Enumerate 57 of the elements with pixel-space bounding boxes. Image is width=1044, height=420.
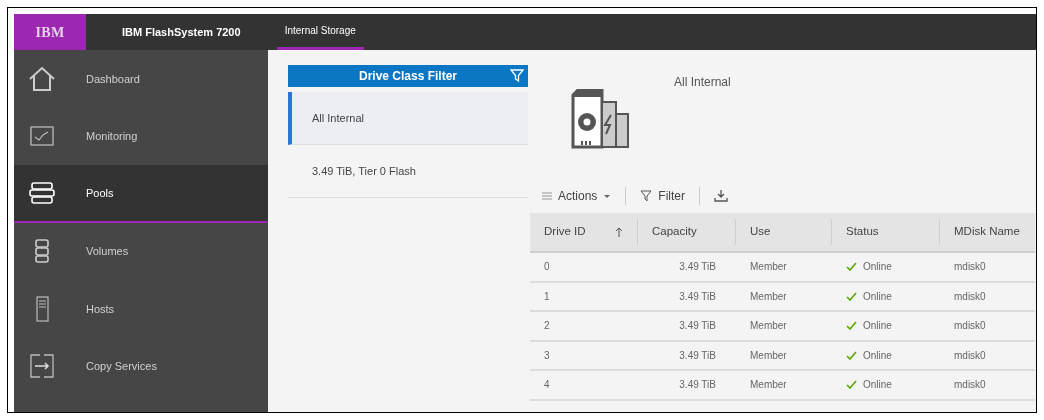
table-cell-text: 3.49 TiB — [678, 319, 717, 334]
table-cell-text: 1 — [543, 289, 551, 304]
table-cell-text: mdisk0 — [953, 348, 987, 363]
table-cell-text: mdisk0 — [953, 260, 987, 275]
table-cell-text: Member — [749, 289, 788, 304]
product-name: IBM FlashSystem 7200 — [121, 24, 242, 40]
column-header[interactable]: Use — [736, 219, 832, 245]
status-text: Online — [863, 348, 892, 363]
table-cell-text: 2 — [543, 319, 551, 334]
filter-item[interactable]: All Internal — [288, 92, 528, 145]
sidebar-item[interactable]: Volumes — [14, 222, 268, 280]
status-text: Online — [863, 260, 892, 275]
sidebar-item[interactable]: Monitoring — [14, 107, 268, 165]
caret-icon — [603, 193, 612, 199]
table-cell-text: Member — [749, 348, 788, 363]
sidebar-item[interactable]: Dashboard — [14, 50, 268, 108]
sidebar-item[interactable]: Copy Services — [14, 337, 268, 395]
status-text: Online — [863, 289, 892, 304]
check-icon — [846, 291, 857, 301]
check-icon — [846, 262, 857, 272]
table-cell-text: 3.49 TiB — [678, 289, 717, 304]
actions-menu[interactable]: Actions — [542, 187, 612, 205]
column-header[interactable]: Status — [832, 219, 940, 245]
table-cell-text: mdisk0 — [953, 378, 987, 393]
filter-title: Drive Class Filter — [358, 68, 457, 85]
table-cell-text: mdisk0 — [953, 319, 987, 334]
check-icon — [846, 380, 857, 390]
status-text: Online — [863, 319, 892, 334]
filter-icon — [640, 190, 653, 202]
table-cell-text: 3 — [543, 348, 551, 363]
table-cell-text: 3.49 TiB — [678, 378, 717, 393]
check-icon — [846, 321, 857, 331]
check-icon — [846, 350, 857, 360]
download-icon[interactable] — [714, 189, 729, 203]
filter-item[interactable]: 3.49 TiB, Tier 0 Flash — [288, 145, 528, 198]
filter-button[interactable]: Filter — [640, 187, 686, 205]
column-header[interactable]: MDisk Name — [940, 213, 1035, 251]
sidebar-item[interactable]: Pools — [14, 165, 268, 223]
table-cell-text: Member — [749, 260, 788, 275]
house-icon — [28, 64, 56, 93]
table-cell-text: mdisk0 — [953, 289, 987, 304]
ibm-logo: IBM — [14, 14, 86, 50]
arrow-box-icon — [28, 352, 56, 381]
detail-title: All Internal — [674, 74, 731, 91]
sidebar-item[interactable]: Hosts — [14, 280, 268, 338]
table-cell-text: 3.49 TiB — [678, 348, 717, 363]
table-cell-text: 0 — [543, 260, 551, 275]
table-cell-text: 3.49 TiB — [678, 260, 717, 275]
table-cell-text: Member — [749, 378, 788, 393]
column-header[interactable]: Drive ID — [530, 219, 638, 245]
menu-icon — [542, 192, 552, 200]
filter-icon[interactable] — [510, 69, 524, 83]
status-text: Online — [863, 378, 892, 393]
table-cell-text: Member — [749, 319, 788, 334]
table-cell-text: 4 — [543, 378, 551, 393]
column-header[interactable]: Capacity — [638, 219, 736, 245]
sort-arrow-icon[interactable] — [615, 227, 623, 237]
